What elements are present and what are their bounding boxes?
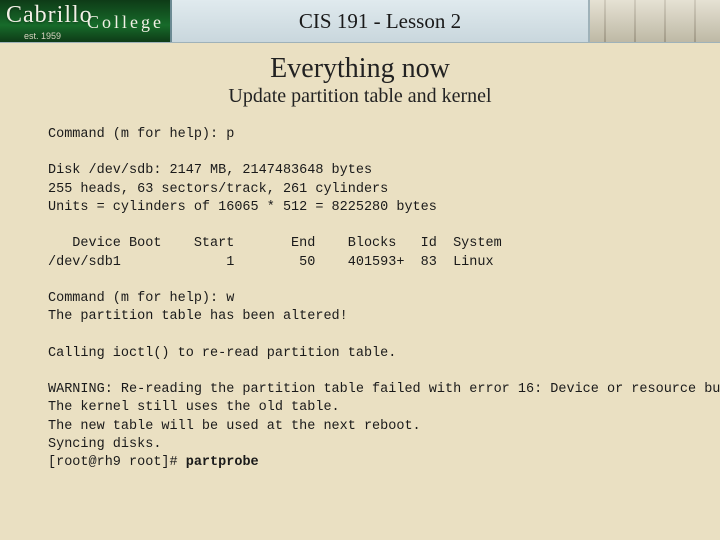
term-line: The kernel still uses the old table.	[48, 400, 340, 415]
term-table-row: /dev/sdb1 1 50 401593+ 83 Linux	[48, 255, 494, 270]
terminal-output: Command (m for help): p Disk /dev/sdb: 2…	[48, 126, 720, 472]
term-root-command: partprobe	[186, 455, 259, 470]
term-line: Command (m for help): w	[48, 291, 234, 306]
term-line: Calling ioctl() to re-read partition tab…	[48, 346, 396, 361]
content-area: Everything now Update partition table an…	[0, 43, 720, 472]
banner-photo	[588, 0, 720, 42]
logo-serif-text: College	[87, 12, 164, 33]
term-table-header: Device Boot Start End Blocks Id System	[48, 236, 502, 251]
term-line: 255 heads, 63 sectors/track, 261 cylinde…	[48, 182, 388, 197]
college-logo: Cabrillo College est. 1959	[0, 0, 172, 42]
heading-main: Everything now	[0, 53, 720, 85]
term-line: Disk /dev/sdb: 2147 MB, 2147483648 bytes	[48, 163, 372, 178]
logo-script-text: Cabrillo	[6, 2, 93, 29]
heading-sub: Update partition table and kernel	[0, 85, 720, 108]
term-line: Syncing disks.	[48, 437, 161, 452]
term-line: The new table will be used at the next r…	[48, 419, 421, 434]
logo-est-text: est. 1959	[24, 31, 61, 41]
term-line: The partition table has been altered!	[48, 309, 348, 324]
term-line: Command (m for help): p	[48, 127, 234, 142]
term-warning: WARNING: Re-reading the partition table …	[48, 382, 720, 397]
header-banner: Cabrillo College est. 1959 CIS 191 - Les…	[0, 0, 720, 43]
term-line: Units = cylinders of 16065 * 512 = 82252…	[48, 200, 437, 215]
lesson-title: CIS 191 - Lesson 2	[172, 9, 588, 34]
term-root-prompt: [root@rh9 root]#	[48, 455, 186, 470]
slide-root: Cabrillo College est. 1959 CIS 191 - Les…	[0, 0, 720, 540]
